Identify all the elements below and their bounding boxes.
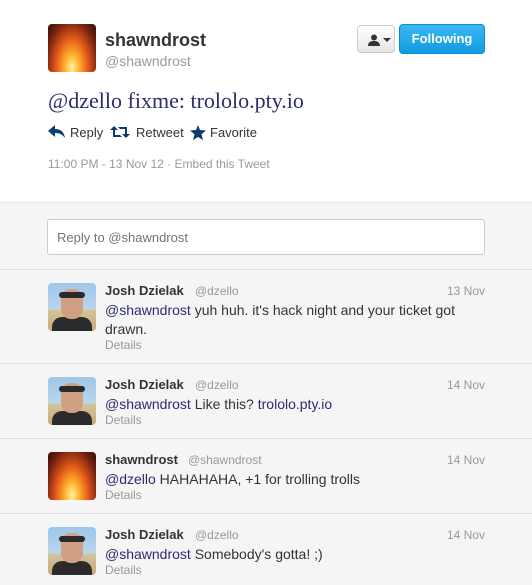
url-link[interactable]: trololo.pty.io (190, 88, 303, 113)
reply-date[interactable]: 14 Nov (447, 453, 485, 467)
following-button[interactable]: Following (399, 24, 485, 54)
reply-author-handle[interactable]: @dzello (195, 284, 239, 298)
reply-input[interactable] (47, 219, 485, 255)
timestamp[interactable]: 11:00 PM - 13 Nov 12 (48, 157, 164, 171)
chevron-down-icon (383, 38, 391, 42)
reply-author-name[interactable]: Josh Dzielak (105, 283, 184, 298)
tweet-body: fixme: (122, 88, 191, 113)
mention-link[interactable]: @dzello (48, 88, 122, 113)
reply-text: @shawndrost yuh huh. it's hack night and… (105, 301, 485, 339)
tweet-detail: shawndrost @shawndrost Following @dzello… (0, 0, 532, 202)
retweet-label: Retweet (136, 125, 184, 140)
avatar[interactable] (48, 377, 96, 425)
details-link[interactable]: Details (105, 488, 142, 502)
reply-label: Reply (70, 125, 104, 140)
retweet-icon (110, 126, 130, 138)
favorite-label: Favorite (210, 125, 257, 140)
details-link[interactable]: Details (105, 413, 142, 427)
mention-link[interactable]: @shawndrost (105, 546, 191, 562)
reply-date[interactable]: 14 Nov (447, 378, 485, 392)
reply-body: Somebody's gotta! ;) (190, 546, 323, 562)
user-actions-dropdown[interactable] (357, 25, 395, 53)
tweet-text: @dzello fixme: trololo.pty.io (48, 88, 304, 114)
reply-date[interactable]: 13 Nov (447, 284, 485, 298)
reply-date[interactable]: 14 Nov (447, 528, 485, 542)
url-link[interactable]: trololo.pty.io (258, 396, 332, 412)
list-item[interactable]: shawndrost @shawndrost 14 Nov @dzello HA… (0, 439, 532, 514)
avatar[interactable] (48, 452, 96, 500)
tweet-meta: 11:00 PM - 13 Nov 12 · Embed this Tweet (48, 157, 270, 171)
reply-author-handle[interactable]: @dzello (195, 528, 239, 542)
details-link[interactable]: Details (105, 338, 142, 352)
reply-body: HAHAHAHA, +1 for trolling trolls (155, 471, 361, 487)
user-icon (368, 34, 380, 46)
reply-author-handle[interactable]: @dzello (195, 378, 239, 392)
mention-link[interactable]: @shawndrost (105, 396, 191, 412)
reply-text: @shawndrost Somebody's gotta! ;) (105, 545, 485, 564)
avatar[interactable] (48, 527, 96, 575)
reply-text: @dzello HAHAHAHA, +1 for trolling trolls (105, 470, 485, 489)
details-link[interactable]: Details (105, 563, 142, 577)
reply-author-handle[interactable]: @shawndrost (188, 453, 262, 467)
reply-author-name[interactable]: shawndrost (105, 452, 178, 467)
list-item[interactable]: Josh Dzielak @dzello 13 Nov @shawndrost … (0, 270, 532, 364)
list-item[interactable]: Josh Dzielak @dzello 14 Nov @shawndrost … (0, 514, 532, 585)
author-handle[interactable]: @shawndrost (105, 53, 191, 69)
author-fullname[interactable]: shawndrost (105, 30, 206, 51)
list-item[interactable]: Josh Dzielak @dzello 14 Nov @shawndrost … (0, 364, 532, 439)
reply-icon (48, 125, 65, 138)
mention-link[interactable]: @shawndrost (105, 302, 191, 318)
embed-link[interactable]: Embed this Tweet (175, 157, 270, 171)
meta-separator: · (163, 157, 175, 171)
avatar[interactable] (48, 24, 96, 72)
reply-author-name[interactable]: Josh Dzielak (105, 377, 184, 392)
mention-link[interactable]: @dzello (105, 471, 156, 487)
reply-text: @shawndrost Like this? trololo.pty.io (105, 395, 485, 414)
reply-author-name[interactable]: Josh Dzielak (105, 527, 184, 542)
star-icon (190, 125, 206, 140)
avatar[interactable] (48, 283, 96, 331)
reply-body: Like this? (190, 396, 258, 412)
reply-box (0, 202, 532, 270)
